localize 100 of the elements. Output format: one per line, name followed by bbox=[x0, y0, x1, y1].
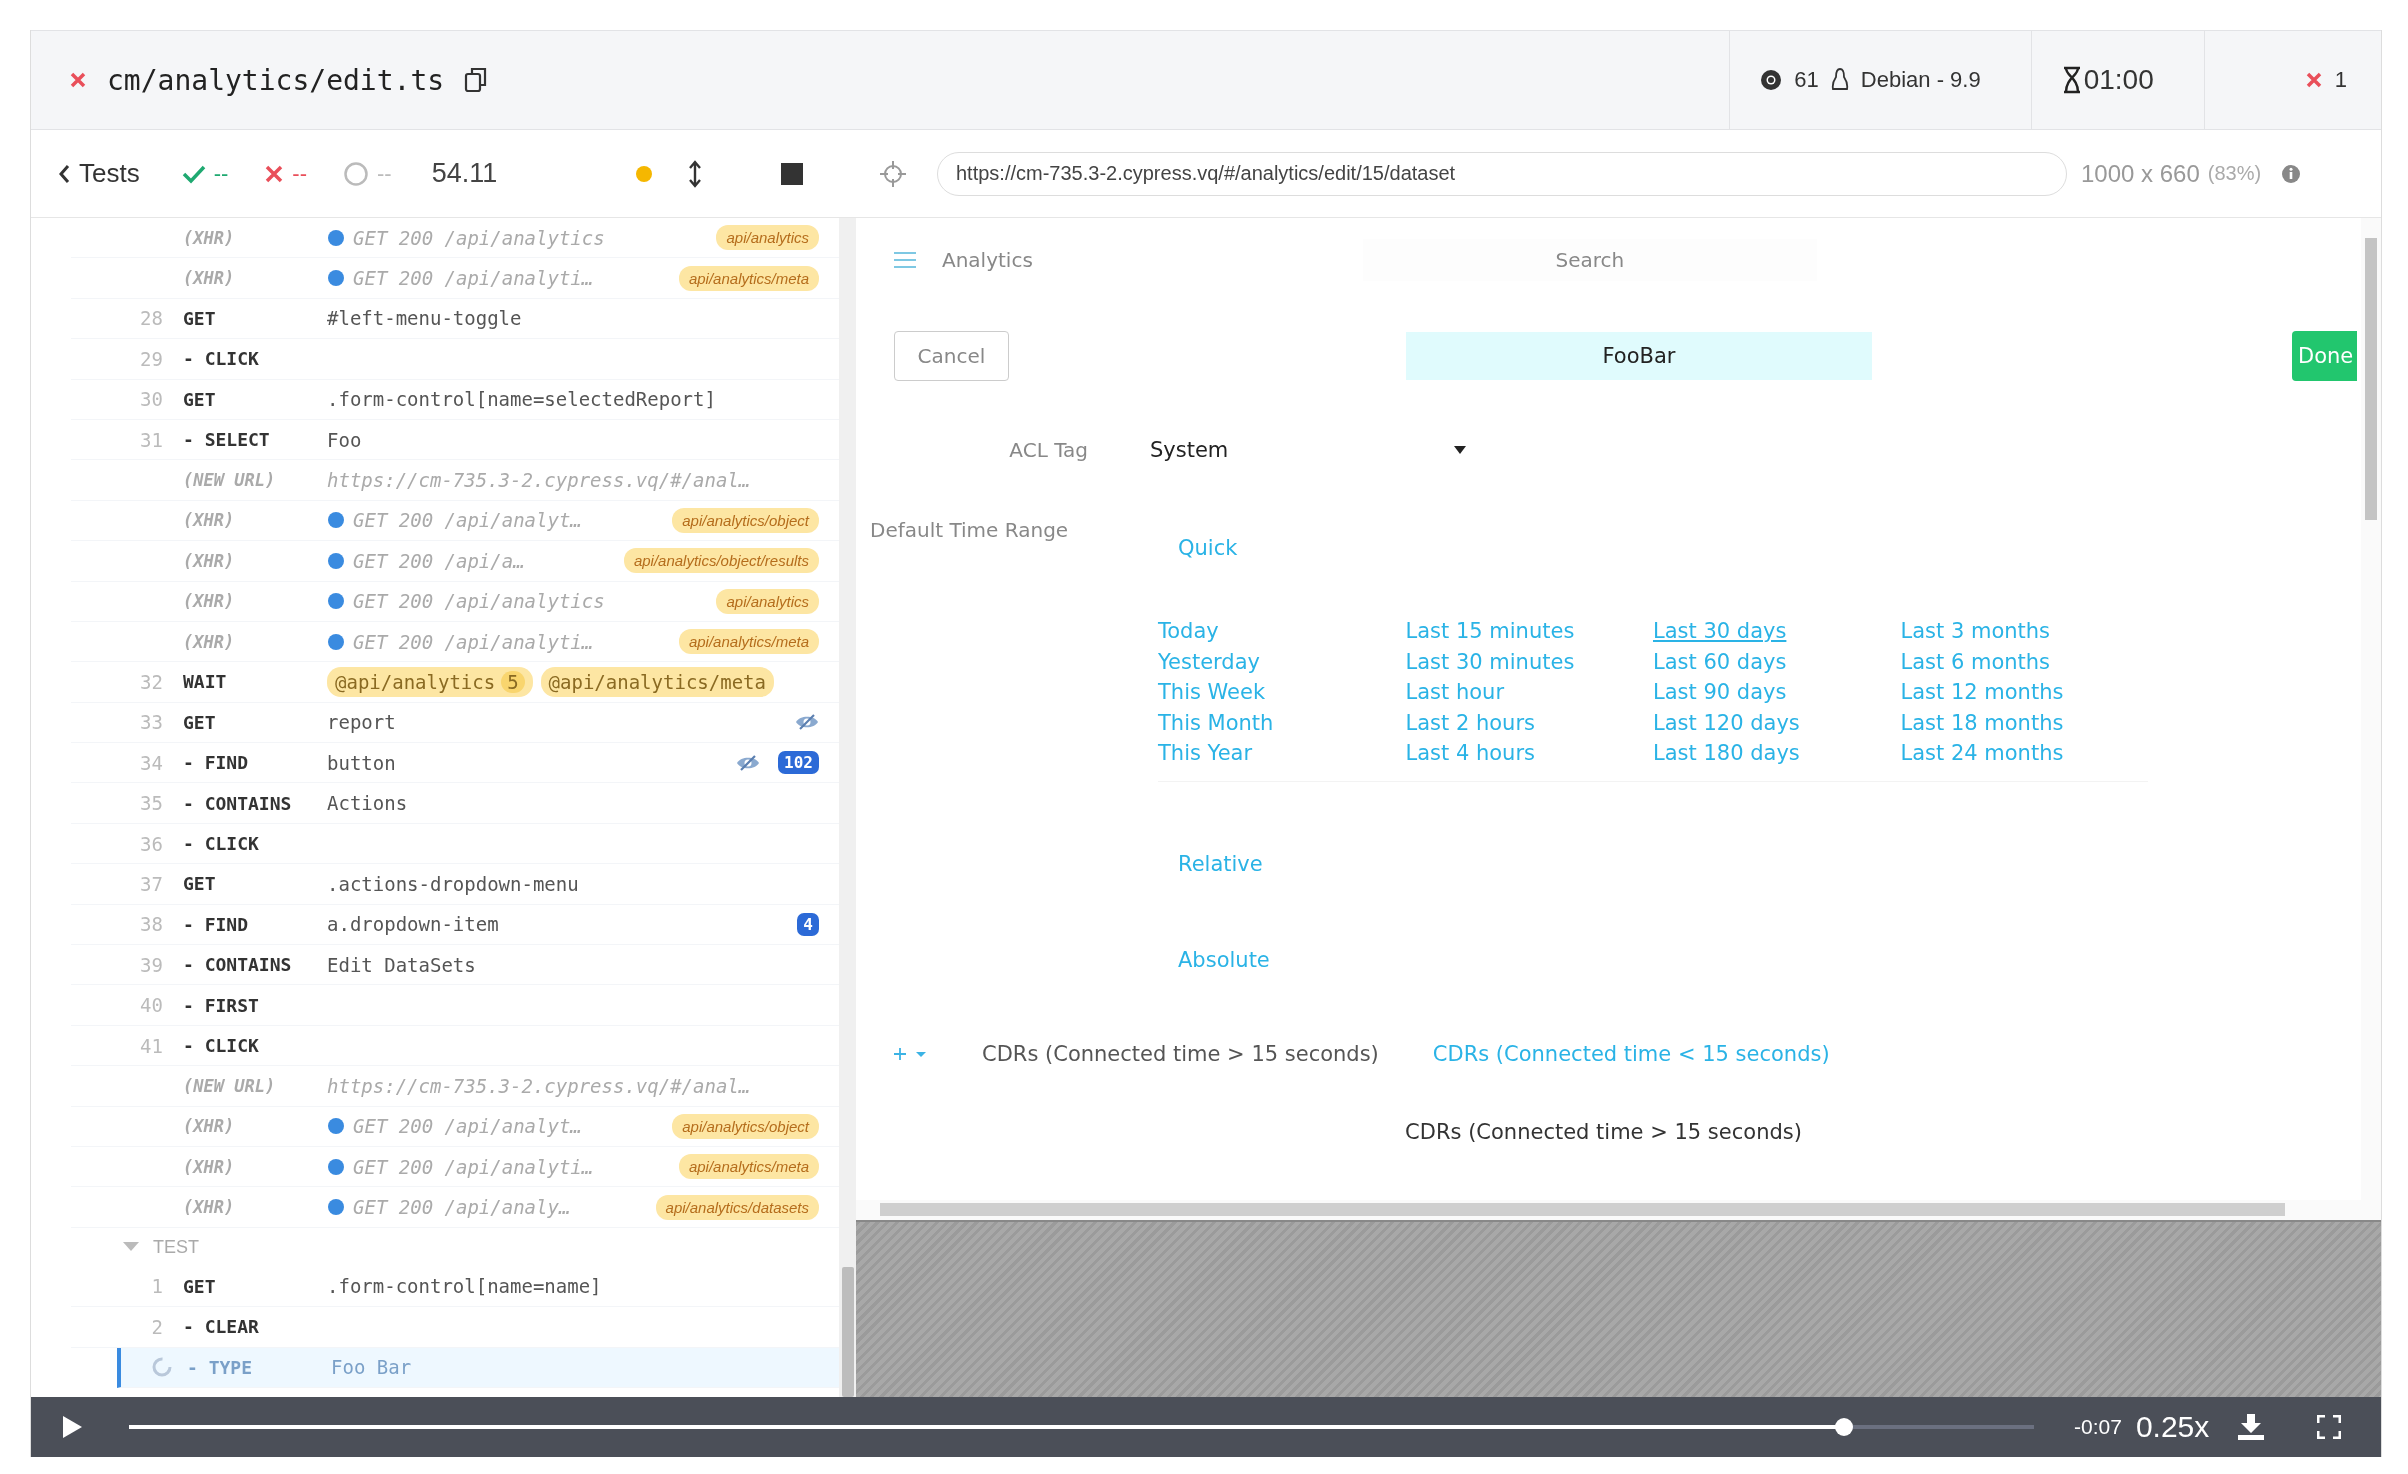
alias-tag: api/analytics/datasets bbox=[655, 1194, 819, 1220]
event-label: (XHR) bbox=[183, 1156, 236, 1177]
range-option[interactable]: Last 30 days bbox=[1653, 616, 1787, 647]
command-message: a.dropdown-item bbox=[327, 913, 499, 936]
range-mode-tab[interactable]: Quick bbox=[1178, 536, 1238, 560]
event-label: (XHR) bbox=[183, 550, 236, 571]
line-number: 40 bbox=[140, 994, 163, 1017]
new-url: https://cm-735.3-2.cypress.vq/#/anal… bbox=[327, 469, 751, 492]
range-option[interactable]: Last 24 months bbox=[1900, 738, 2064, 769]
command-name: - SELECT bbox=[183, 429, 271, 451]
line-number: 31 bbox=[140, 428, 163, 451]
range-option[interactable]: Today bbox=[1158, 616, 1219, 647]
new-url: https://cm-735.3-2.cypress.vq/#/anal… bbox=[327, 1074, 751, 1097]
command-name: - FIND bbox=[183, 752, 250, 774]
element-count: 4 bbox=[797, 912, 819, 936]
acl-select[interactable]: System bbox=[1138, 430, 1478, 470]
alias-tag: api/analytics/object bbox=[672, 507, 819, 533]
command-message: report bbox=[327, 711, 396, 734]
line-number: 37 bbox=[140, 872, 163, 895]
browser-version: 61 bbox=[1794, 67, 1819, 93]
command-name: WAIT bbox=[183, 671, 228, 693]
request-message: GET 200 /api/analyti… bbox=[353, 1155, 594, 1178]
event-label: (XHR) bbox=[183, 227, 236, 248]
command-name: - TYPE bbox=[187, 1356, 254, 1378]
range-option[interactable]: Last 18 months bbox=[1900, 707, 2064, 738]
line-number: 33 bbox=[140, 711, 163, 734]
alias-tag: @api/analytics 5 bbox=[327, 667, 533, 697]
command-name: - CLICK bbox=[183, 1035, 260, 1056]
request-message: GET 200 /api/analytics bbox=[353, 226, 605, 249]
command-message: .actions-dropdown-menu bbox=[327, 872, 579, 895]
range-option[interactable]: Last 60 days bbox=[1653, 646, 1787, 677]
section-title[interactable]: TEST bbox=[153, 1236, 199, 1258]
command-name: GET bbox=[183, 873, 217, 895]
command-name: GET bbox=[183, 307, 217, 329]
alias-tag: api/analytics bbox=[716, 225, 819, 251]
line-number: 2 bbox=[151, 1315, 163, 1338]
range-option[interactable]: Last 6 months bbox=[1900, 646, 2051, 677]
event-label: (NEW URL) bbox=[183, 470, 277, 491]
alias-tag: api/analytics/meta bbox=[678, 265, 819, 291]
command-message: #left-menu-toggle bbox=[327, 307, 522, 330]
line-number: 38 bbox=[140, 913, 163, 936]
range-option[interactable]: Last 30 minutes bbox=[1405, 646, 1575, 677]
failure-count: 1 bbox=[2334, 67, 2347, 93]
range-mode-tab[interactable]: Absolute bbox=[1178, 947, 1270, 972]
range-option[interactable]: Last 3 months bbox=[1900, 616, 2051, 647]
pending-count: -- bbox=[377, 160, 392, 187]
request-message: GET 200 /api/analytics bbox=[353, 590, 605, 613]
range-option[interactable]: Yesterday bbox=[1158, 646, 1260, 677]
range-option[interactable]: Last 4 hours bbox=[1405, 738, 1535, 769]
command-name: - CLICK bbox=[183, 348, 260, 370]
event-label: (XHR) bbox=[183, 268, 236, 289]
viewport-size: 1000 x 660 bbox=[2081, 159, 2200, 188]
alias-tag: api/analytics bbox=[716, 588, 819, 614]
os-label: Debian - 9.9 bbox=[1860, 67, 1981, 93]
line-number: 28 bbox=[140, 307, 163, 330]
range-option[interactable]: Last 90 days bbox=[1653, 677, 1787, 708]
range-option[interactable]: Last 12 months bbox=[1900, 677, 2064, 708]
request-message: GET 200 /api/analyti… bbox=[353, 267, 594, 290]
range-option[interactable]: This Month bbox=[1158, 707, 1274, 738]
command-name: - CLEAR bbox=[183, 1316, 260, 1338]
request-message: GET 200 /api/analy… bbox=[353, 1196, 571, 1219]
command-message: Foo Bar bbox=[331, 1356, 412, 1379]
event-label: (XHR) bbox=[183, 1197, 236, 1218]
request-message: GET 200 /api/analyt… bbox=[353, 509, 582, 532]
command-name: - FIND bbox=[183, 913, 250, 935]
name-field[interactable]: FooBar bbox=[1406, 332, 1872, 380]
alias-tag: api/analytics/meta bbox=[678, 1154, 819, 1180]
line-number: 39 bbox=[140, 953, 163, 976]
range-option[interactable]: Last 15 minutes bbox=[1405, 616, 1575, 647]
command-message: Actions bbox=[327, 792, 408, 815]
range-option[interactable]: Last hour bbox=[1405, 677, 1505, 708]
range-mode-tab[interactable]: Relative bbox=[1178, 851, 1263, 876]
range-option[interactable]: This Week bbox=[1158, 677, 1266, 708]
event-label: (XHR) bbox=[183, 510, 236, 531]
line-number: 32 bbox=[140, 671, 163, 693]
range-option[interactable]: Last 2 hours bbox=[1405, 707, 1535, 738]
duration: 54.11 bbox=[431, 158, 498, 189]
dataset-heading: CDRs (Connected time > 15 seconds) bbox=[1404, 1119, 1803, 1144]
line-number: 34 bbox=[140, 751, 163, 774]
range-option[interactable]: Last 180 days bbox=[1653, 738, 1800, 769]
alias-tag: api/analytics/meta bbox=[678, 629, 819, 655]
cancel-button[interactable]: Cancel bbox=[894, 331, 1009, 381]
alias-tag: api/analytics/object bbox=[672, 1113, 819, 1139]
speed-button[interactable]: 0.25x bbox=[2135, 1410, 2210, 1444]
command-name: GET bbox=[183, 388, 217, 410]
request-message: GET 200 /api/analyti… bbox=[353, 630, 594, 653]
done-button[interactable]: Done bbox=[2292, 331, 2358, 381]
line-number: 35 bbox=[140, 792, 163, 815]
event-label: (XHR) bbox=[183, 591, 236, 612]
dataset-tab[interactable]: CDRs (Connected time < 15 seconds) bbox=[1432, 1041, 1830, 1066]
spec-file-name: cm/analytics/edit.ts bbox=[107, 63, 445, 97]
request-message: GET 200 /api/a… bbox=[353, 549, 525, 572]
line-number: 36 bbox=[140, 832, 163, 855]
range-option[interactable]: This Year bbox=[1158, 738, 1253, 769]
dataset-tab[interactable]: CDRs (Connected time > 15 seconds) bbox=[982, 1041, 1379, 1066]
event-label: (XHR) bbox=[183, 1116, 236, 1137]
range-option[interactable]: Last 120 days bbox=[1653, 707, 1800, 738]
alias-tag: @api/analytics/meta bbox=[540, 667, 774, 697]
command-name: - FIRST bbox=[183, 994, 260, 1016]
tests-back-button[interactable]: Tests bbox=[51, 158, 146, 189]
